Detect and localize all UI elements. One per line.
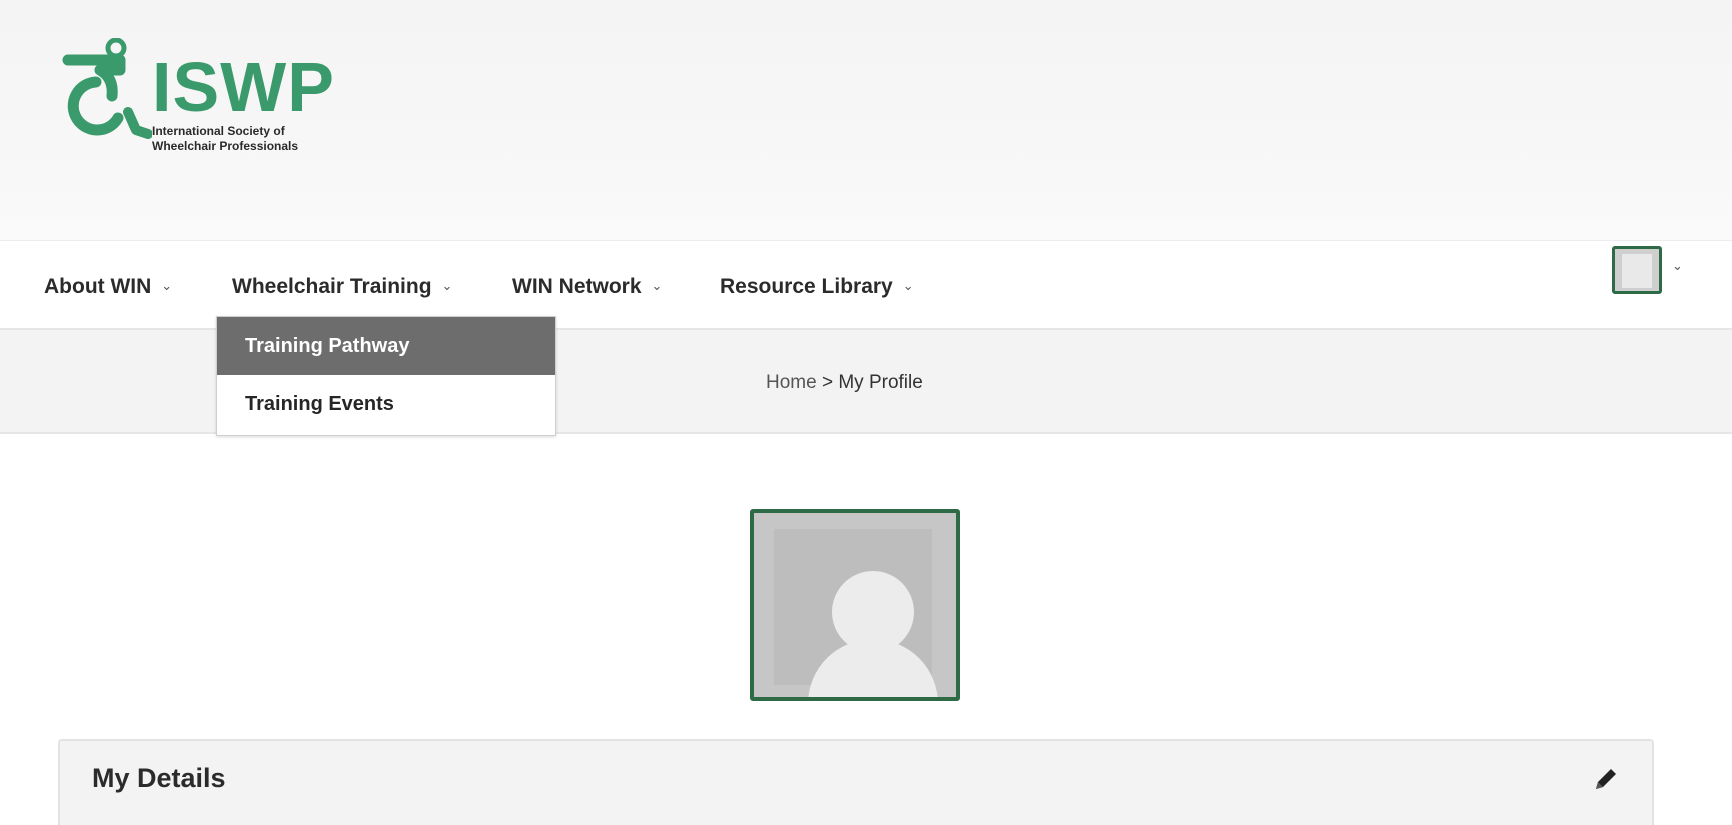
- breadcrumb: Home > My Profile: [766, 372, 923, 394]
- chevron-down-icon: ⌄: [441, 278, 453, 293]
- nav-item-wheelchair-training[interactable]: Wheelchair Training ⌄: [232, 267, 452, 307]
- chevron-down-icon: ⌄: [161, 278, 173, 293]
- iswp-logo[interactable]: ISWP International Society of Wheelchair…: [56, 38, 356, 158]
- profile-photo[interactable]: [750, 509, 960, 701]
- dropdown-item-training-pathway[interactable]: Training Pathway: [217, 317, 555, 375]
- nav-item-win-network[interactable]: WIN Network ⌄: [512, 267, 662, 307]
- nav-item-resource-library[interactable]: Resource Library ⌄: [720, 267, 914, 307]
- my-details-card: My Details: [58, 739, 1654, 825]
- logo-wordmark: ISWP: [152, 48, 335, 126]
- logo-symbol-icon: [62, 38, 152, 139]
- chevron-down-icon: ⌄: [902, 278, 914, 293]
- dropdown-item-training-events[interactable]: Training Events: [217, 375, 555, 433]
- breadcrumb-home-link[interactable]: Home: [766, 372, 817, 393]
- logo-subtitle: International Society of Wheelchair Prof…: [152, 124, 298, 154]
- logo-subtitle-line1: International Society of: [152, 124, 285, 138]
- nav-item-about-win[interactable]: About WIN ⌄: [44, 267, 172, 307]
- pencil-icon[interactable]: [1590, 763, 1622, 795]
- chevron-down-icon: ⌄: [651, 278, 663, 293]
- nav-item-label: About WIN: [44, 275, 152, 298]
- nav-item-label: WIN Network: [512, 275, 642, 298]
- logo-subtitle-line2: Wheelchair Professionals: [152, 139, 299, 153]
- nav-item-label: Resource Library: [720, 275, 893, 298]
- nav-item-label: Wheelchair Training: [232, 275, 432, 298]
- breadcrumb-separator: >: [816, 372, 839, 393]
- wheelchair-training-dropdown: Training Pathway Training Events: [216, 316, 556, 436]
- default-user-silhouette-icon: [774, 529, 938, 697]
- silhouette-body: [808, 639, 938, 697]
- user-avatar-icon[interactable]: [1612, 246, 1662, 294]
- page: ISWP International Society of Wheelchair…: [0, 0, 1732, 825]
- breadcrumb-current: My Profile: [838, 372, 923, 393]
- user-menu-chevron-icon[interactable]: ⌄: [1672, 258, 1683, 274]
- header: ISWP International Society of Wheelchair…: [0, 0, 1732, 240]
- my-details-title: My Details: [92, 763, 226, 793]
